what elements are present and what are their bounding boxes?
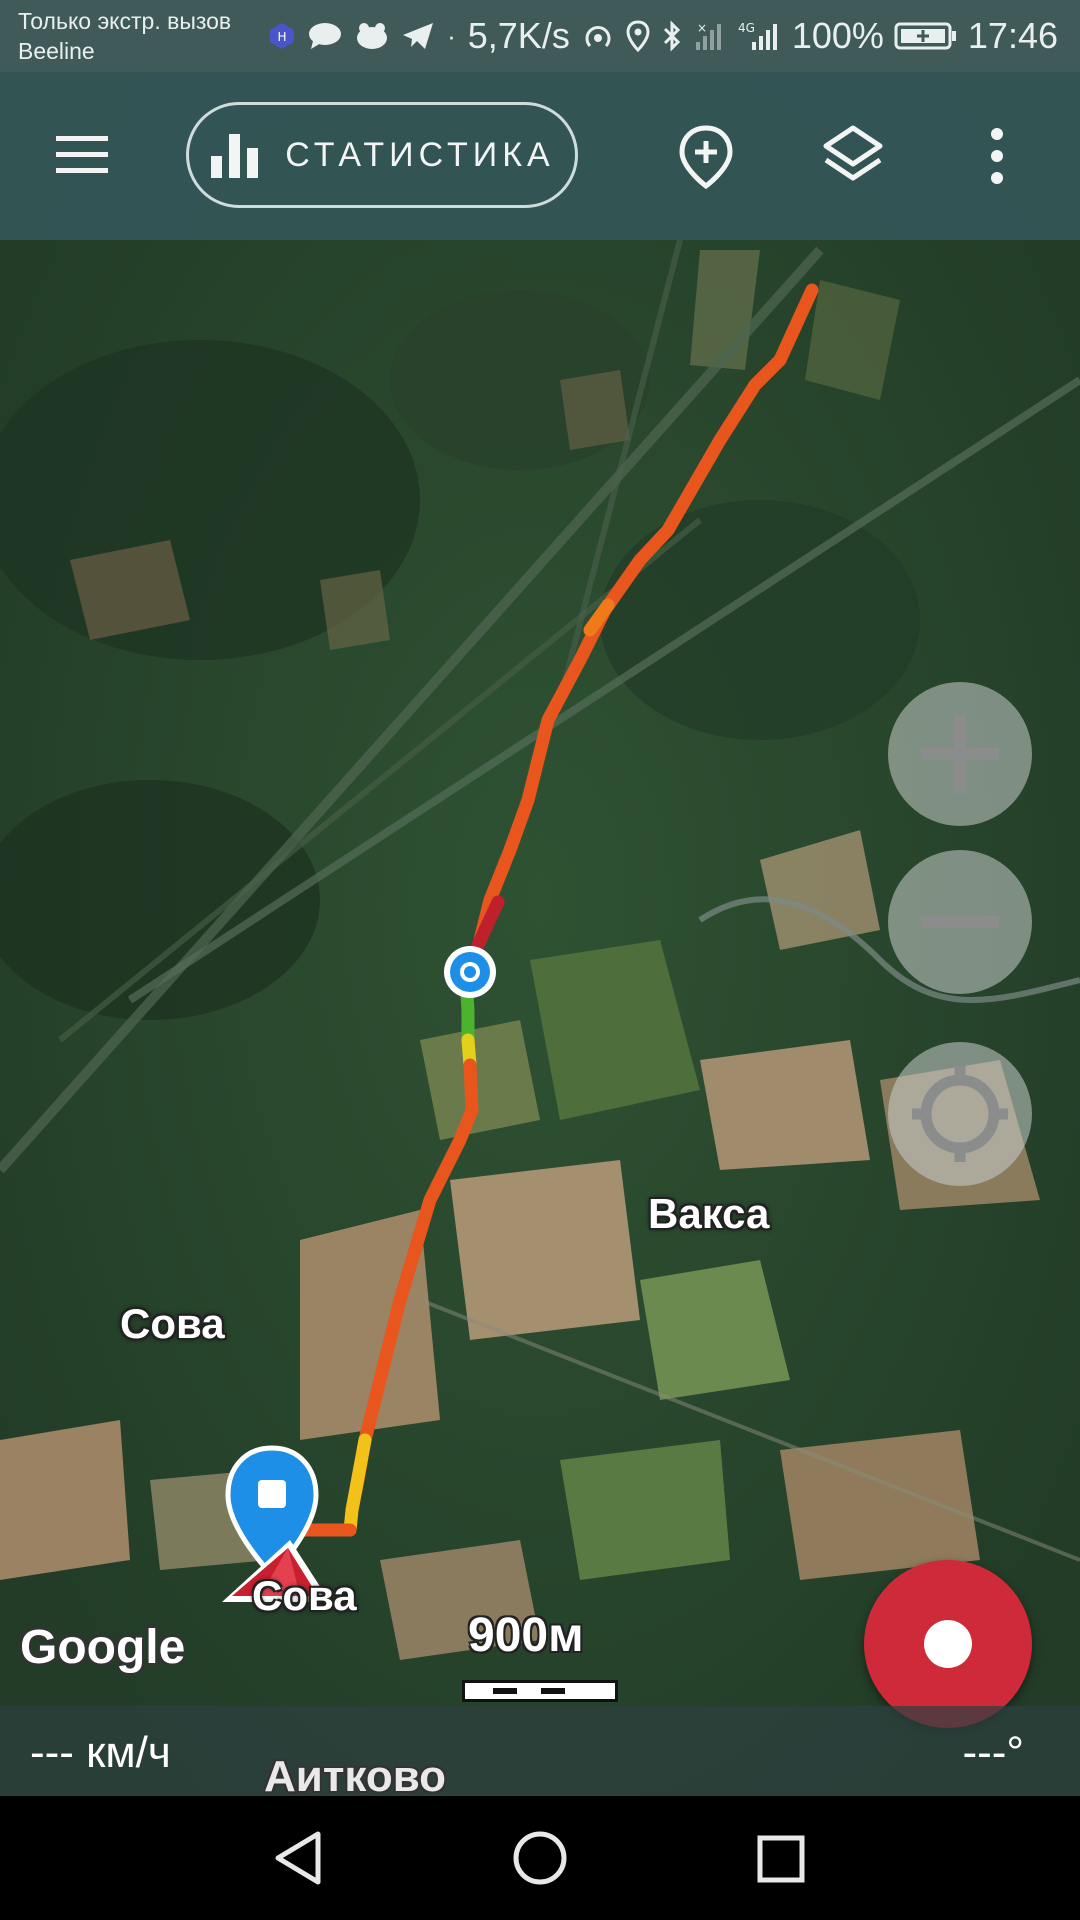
battery-icon xyxy=(894,22,956,50)
status-bar: Только экстр. вызов Beeline H · 5,7K/s ×… xyxy=(0,0,1080,72)
zoom-in-button[interactable] xyxy=(888,682,1032,826)
network-speed: 5,7K/s xyxy=(467,15,570,56)
signal-sim2-icon: 4G xyxy=(738,21,777,50)
place-label-sova-lower: Сова xyxy=(252,1572,357,1619)
signal-sim1-icon: × xyxy=(695,21,721,50)
scale-bar xyxy=(462,1680,618,1702)
statistics-button[interactable]: СТАТИСТИКА xyxy=(186,102,578,208)
place-label-vaksa: Вакса xyxy=(648,1190,770,1237)
battery-percent: 100% xyxy=(791,15,884,56)
minus-icon xyxy=(921,916,999,928)
google-attribution: Google xyxy=(20,1621,186,1674)
nav-back-button[interactable] xyxy=(268,1826,332,1890)
bar-chart-icon xyxy=(211,134,259,178)
add-location-icon xyxy=(679,125,733,190)
carrier-line-2: Beeline xyxy=(18,38,95,64)
map-layers-button[interactable] xyxy=(822,124,884,186)
more-vert-icon xyxy=(991,128,1003,184)
recents-square-icon xyxy=(757,1835,805,1883)
hotspot-icon xyxy=(585,26,611,48)
heading-readout: ---° xyxy=(962,1728,1024,1777)
nav-home-button[interactable] xyxy=(508,1826,572,1890)
plus-icon xyxy=(921,715,999,793)
layers-icon xyxy=(823,125,883,181)
system-nav-bar xyxy=(0,1796,1080,1920)
home-circle-icon xyxy=(513,1831,567,1885)
current-position-marker xyxy=(444,946,496,998)
record-track-button[interactable] xyxy=(864,1560,1032,1728)
add-waypoint-button[interactable] xyxy=(676,124,736,190)
carrier-info: Только экстр. вызов Beeline xyxy=(18,6,231,66)
speed-info-bar: --- км/ч ---° xyxy=(0,1706,1080,1796)
speed-readout: --- км/ч xyxy=(30,1728,171,1777)
nav-recents-button[interactable] xyxy=(748,1826,812,1890)
bluetooth-icon xyxy=(663,20,680,52)
carrier-line-1: Только экстр. вызов xyxy=(18,8,232,34)
zoom-out-button[interactable] xyxy=(888,850,1032,994)
menu-button[interactable] xyxy=(52,130,112,180)
frog-icon xyxy=(357,23,388,49)
scale-label: 900м xyxy=(468,1609,584,1662)
svg-text:H: H xyxy=(278,30,287,44)
my-location-button[interactable] xyxy=(888,1042,1032,1186)
status-icons: H · 5,7K/s × 4G 100% 17:46 xyxy=(269,14,1058,58)
svg-text:4G: 4G xyxy=(738,21,755,35)
hamburger-menu-icon xyxy=(56,136,108,173)
svg-text:×: × xyxy=(697,21,707,35)
app-badge-icon: H xyxy=(270,23,295,49)
telegram-icon xyxy=(403,23,434,49)
back-triangle-icon xyxy=(275,1831,321,1885)
top-toolbar: СТАТИСТИКА xyxy=(0,72,1080,240)
clock: 17:46 xyxy=(967,15,1058,56)
crosshair-icon xyxy=(912,1066,1008,1162)
message-icon xyxy=(309,23,342,49)
location-icon xyxy=(626,20,650,52)
place-label-sova-upper: Сова xyxy=(120,1300,225,1347)
record-icon xyxy=(924,1620,972,1668)
place-label-aitkovo: Аитково xyxy=(264,1752,447,1801)
statistics-label: СТАТИСТИКА xyxy=(285,135,555,174)
more-options-button[interactable] xyxy=(982,124,1012,188)
